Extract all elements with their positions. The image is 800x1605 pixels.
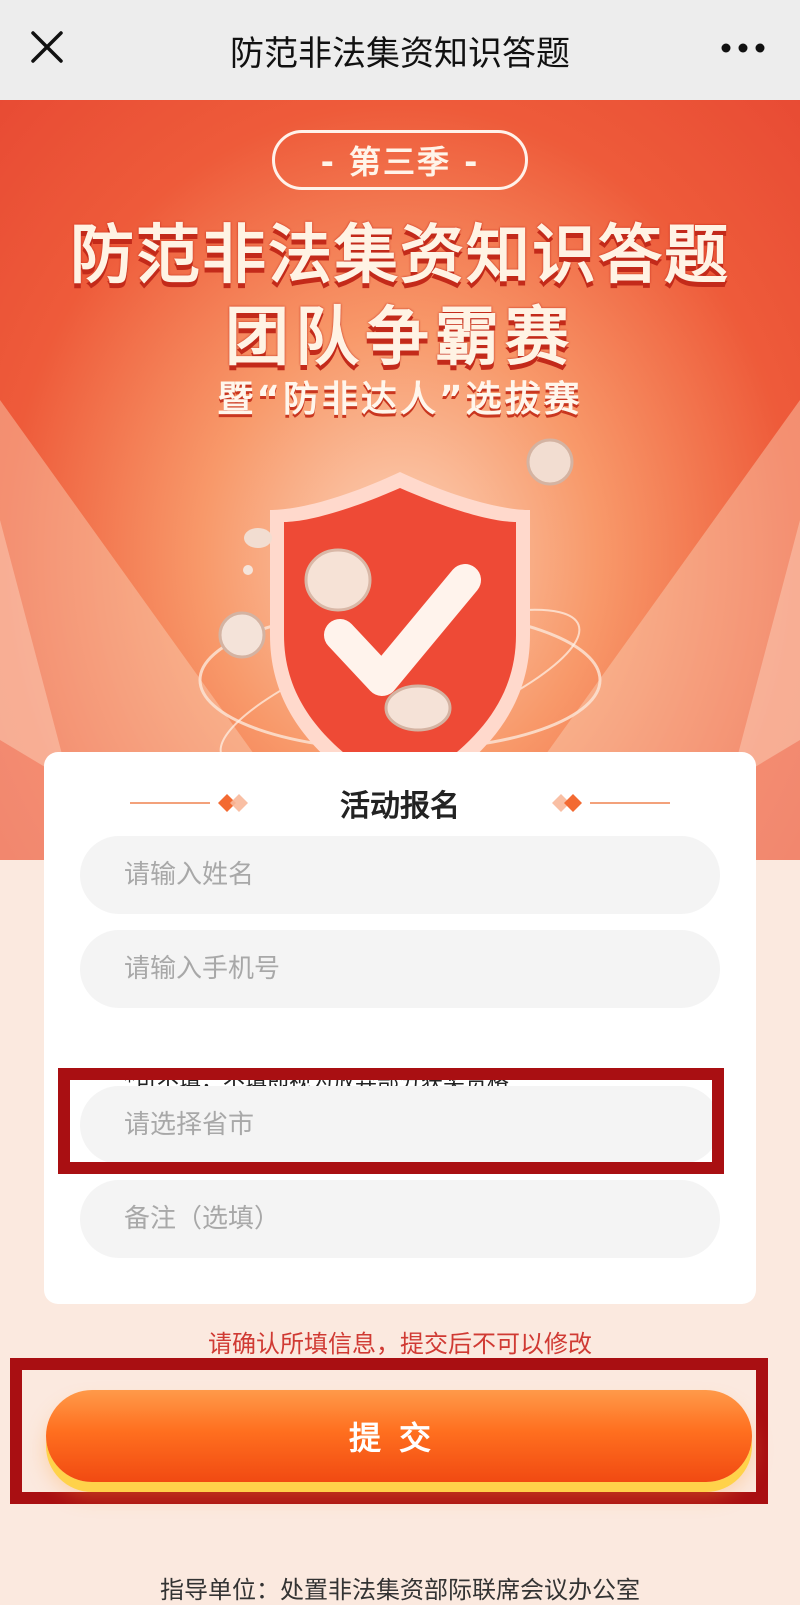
top-bar: 防范非法集资知识答题 [0, 0, 800, 100]
hero-subtitle: 暨“防非达人”选拔赛 [217, 379, 583, 420]
remark-input[interactable] [80, 1180, 720, 1258]
hero-title-line1: 防范非法集资知识答题 [70, 219, 730, 293]
more-button[interactable] [716, 28, 770, 68]
submit-button[interactable]: 提交 [46, 1390, 752, 1482]
hero-title-line2: 团队争霸赛 [225, 301, 575, 375]
confirm-text: 请确认所填信息，提交后不可以修改 [208, 1330, 592, 1358]
title-decoration-left-icon [130, 794, 248, 812]
name-input[interactable] [80, 836, 720, 914]
footer-text: 指导单位：处置非法集资部际联席会议办公室 [160, 1576, 640, 1604]
title-decoration-right-icon [552, 794, 670, 812]
season-badge: - 第三季 - [272, 130, 528, 190]
close-icon [31, 31, 63, 63]
close-button[interactable] [22, 22, 72, 72]
phone-input[interactable] [80, 930, 720, 1008]
more-icon [721, 43, 765, 53]
region-highlight-frame [58, 1068, 724, 1174]
card-header: 活动报名 [44, 778, 756, 828]
card-title: 活动报名 [340, 789, 460, 824]
hero-banner: - 第三季 - 防范非法集资知识答题 团队争霸赛 暨“防非达人”选拔赛 [0, 100, 800, 860]
page-title: 防范非法集资知识答题 [230, 33, 570, 74]
registration-card: 活动报名 *可不填，不填即视为放弃部分获奖资格 [44, 752, 756, 1304]
